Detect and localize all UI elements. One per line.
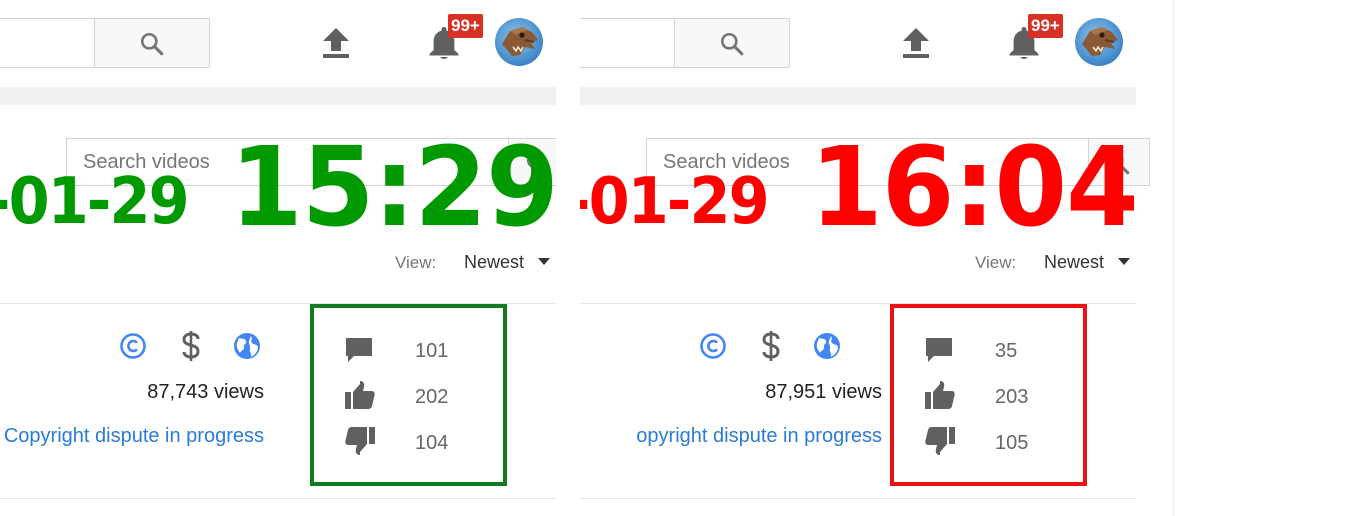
like-count: 202: [415, 386, 449, 408]
stats-highlight-box: 101 202 104: [310, 304, 507, 486]
avatar[interactable]: [495, 18, 543, 66]
header-divider-band: [0, 87, 556, 105]
search-icon: [140, 32, 164, 56]
panel-edge: [1173, 0, 1174, 516]
sort-label: View:: [975, 253, 1017, 272]
like-count: 203: [995, 386, 1029, 408]
globe-icon[interactable]: [813, 332, 841, 360]
copyright-dispute-link[interactable]: Copyright dispute in progress: [4, 425, 264, 448]
header-divider-band: [580, 87, 1136, 105]
caret-down-icon[interactable]: [1118, 258, 1130, 265]
notification-badge: 99+: [448, 14, 483, 38]
dinosaur-skull-avatar-image: [1082, 27, 1118, 56]
thumbs-up-icon[interactable]: [924, 380, 956, 410]
topbar-search-button[interactable]: [674, 18, 790, 68]
comment-icon[interactable]: [924, 336, 954, 366]
row-divider: [580, 498, 1136, 499]
thumbs-down-icon[interactable]: [344, 426, 376, 456]
comment-count: 101: [415, 340, 449, 362]
stats-highlight-box: 35 203 105: [890, 304, 1087, 486]
copyright-icon[interactable]: [119, 332, 147, 360]
overlay-date: -01-29: [580, 165, 770, 239]
dollar-icon[interactable]: [760, 330, 782, 362]
comparison-panel-after: 99+ Search videos -01-29 16:04 View: New…: [580, 0, 1174, 516]
panel-content: 99+ Search videos -01-29 16:04 View: New…: [580, 0, 1174, 516]
avatar[interactable]: [1075, 18, 1123, 66]
thumbs-down-icon[interactable]: [924, 426, 956, 456]
dislike-count: 105: [995, 432, 1029, 454]
sort-dropdown[interactable]: Newest: [1044, 252, 1104, 273]
overlay-date: -01-29: [0, 165, 190, 239]
topbar-search-button[interactable]: [94, 18, 210, 68]
view-count: 87,951 views: [765, 381, 882, 403]
dinosaur-skull-avatar-image: [502, 27, 538, 56]
sort-dropdown[interactable]: Newest: [464, 252, 524, 273]
topbar-search-input[interactable]: [0, 18, 96, 68]
dislike-count: 104: [415, 432, 449, 454]
row-divider: [0, 498, 556, 499]
globe-icon[interactable]: [233, 332, 261, 360]
copyright-icon[interactable]: [699, 332, 727, 360]
view-count: 87,743 views: [147, 381, 264, 403]
overlay-time: 16:04: [810, 123, 1139, 251]
topbar-search-input[interactable]: [580, 18, 676, 68]
dollar-icon[interactable]: [180, 330, 202, 362]
comment-icon[interactable]: [344, 336, 374, 366]
comparison-panel-before: 99+ Search videos -01-29 15:29 View: New…: [0, 0, 556, 516]
overlay-time: 15:29: [230, 123, 556, 251]
comment-count: 35: [995, 340, 1018, 362]
copyright-dispute-link[interactable]: opyright dispute in progress: [636, 425, 882, 448]
caret-down-icon[interactable]: [538, 258, 550, 265]
sort-label: View:: [395, 253, 437, 272]
upload-icon[interactable]: [902, 28, 930, 58]
upload-icon[interactable]: [322, 28, 350, 58]
notification-badge: 99+: [1028, 14, 1063, 38]
thumbs-up-icon[interactable]: [344, 380, 376, 410]
search-icon: [720, 32, 744, 56]
